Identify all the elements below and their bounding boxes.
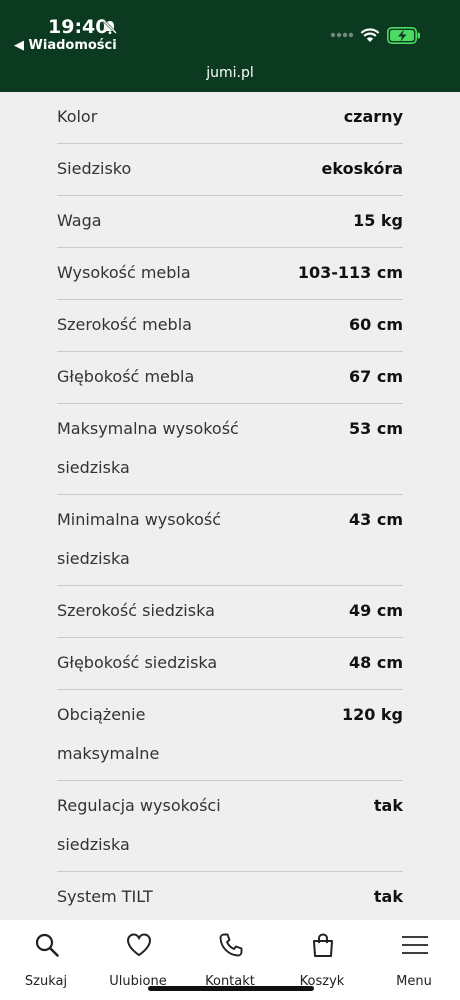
spec-label: Szerokość siedziska: [57, 601, 215, 620]
spec-row: Minimalna wysokość siedziska 43 cm: [57, 495, 403, 586]
tab-search[interactable]: Szukaj: [0, 920, 92, 1000]
muted-bell-icon: [103, 20, 117, 34]
spec-value: 103-113 cm: [297, 263, 403, 282]
battery-charging-icon: [387, 27, 420, 44]
spec-label: Waga: [57, 211, 102, 230]
spec-label: Szerokość mebla: [57, 315, 192, 334]
spec-row: Regulacja wysokości siedziska tak: [57, 781, 403, 872]
tab-menu[interactable]: Menu: [368, 920, 460, 1000]
spec-label: Maksymalna wysokość siedziska: [57, 419, 239, 477]
spec-row: Głębokość siedziska 48 cm: [57, 638, 403, 690]
spec-row: Szerokość siedziska 49 cm: [57, 586, 403, 638]
back-to-messages-link[interactable]: ◀ Wiadomości: [14, 38, 117, 53]
spec-label: Obciążenie maksymalne: [57, 705, 160, 763]
spec-value: tak: [373, 796, 403, 815]
spec-label: Siedzisko: [57, 159, 132, 178]
spec-label: Regulacja wysokości siedziska: [57, 796, 221, 854]
spec-value: 49 cm: [349, 601, 403, 620]
signal-dots-icon: [330, 32, 354, 38]
spec-value: 67 cm: [349, 367, 403, 386]
page-url: jumi.pl: [206, 65, 254, 81]
specifications-table: Kolor czarny Siedzisko ekoskóra Waga 15 …: [57, 92, 403, 924]
spec-value: 43 cm: [349, 510, 403, 529]
status-bar: 19:40 ◀ Wiadomości jumi.pl: [0, 0, 460, 92]
spec-value: 15 kg: [353, 211, 403, 230]
spec-label: Głębokość siedziska: [57, 653, 218, 672]
spec-value: 53 cm: [349, 419, 403, 438]
spec-value: 60 cm: [349, 315, 403, 334]
spec-row: System TILT tak: [57, 872, 403, 924]
phone-icon: [219, 933, 243, 957]
spec-row: Kolor czarny: [57, 92, 403, 144]
spec-label: Głębokość mebla: [57, 367, 195, 386]
spec-label: Minimalna wysokość siedziska: [57, 510, 221, 568]
spec-row: Obciążenie maksymalne 120 kg: [57, 690, 403, 781]
spec-row: Wysokość mebla 103-113 cm: [57, 248, 403, 300]
tab-label: Menu: [396, 974, 432, 989]
spec-value: tak: [373, 887, 403, 906]
search-icon: [35, 933, 59, 957]
spec-label: Wysokość mebla: [57, 263, 191, 282]
heart-icon: [126, 933, 152, 957]
spec-value: ekoskóra: [321, 159, 403, 178]
bag-icon: [313, 933, 333, 957]
spec-label: System TILT: [57, 887, 153, 906]
tab-label: Szukaj: [24, 974, 68, 989]
wifi-icon: [360, 28, 380, 42]
spec-label: Kolor: [57, 107, 98, 126]
spec-value: 120 kg: [341, 705, 403, 724]
spec-value: czarny: [343, 107, 403, 126]
spec-row: Szerokość mebla 60 cm: [57, 300, 403, 352]
spec-row: Maksymalna wysokość siedziska 53 cm: [57, 404, 403, 495]
menu-icon: [402, 936, 428, 954]
status-time: 19:40: [48, 16, 109, 38]
spec-value: 48 cm: [349, 653, 403, 672]
home-indicator: [148, 986, 314, 991]
spec-row: Siedzisko ekoskóra: [57, 144, 403, 196]
spec-row: Waga 15 kg: [57, 196, 403, 248]
spec-row: Głębokość mebla 67 cm: [57, 352, 403, 404]
